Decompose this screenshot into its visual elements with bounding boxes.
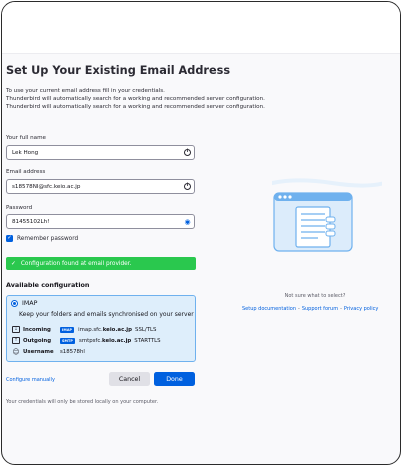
remember-password-checkbox[interactable]: ✓ [6,235,13,242]
password-label: Password [6,205,33,211]
intro-text: To use your current email address fill i… [6,87,306,111]
available-config-heading: Available configuration [6,281,90,289]
protocol-radio-row[interactable]: IMAP [11,300,37,307]
email-setup-illustration [263,177,391,273]
info-icon[interactable]: i [183,182,192,191]
outgoing-label: Outgoing [23,337,52,344]
setup-documentation-link[interactable]: Setup documentation [242,306,296,312]
protocol-description: Keep your folders and emails synchronise… [19,311,194,318]
intro-line: To use your current email address fill i… [6,88,165,94]
intro-line: Thunderbird will automatically search fo… [6,96,265,102]
inbox-icon: ↓ [12,326,20,333]
privacy-policy-link[interactable]: Privacy policy [344,306,378,312]
configure-manually-link[interactable]: Configure manually [6,377,55,383]
username-row: ☺ Username s18578hl [12,347,85,356]
incoming-label: Incoming [23,326,51,333]
incoming-security: SSL/TLS [135,326,157,333]
outgoing-row: ↑ Outgoing SMTP smtpsfc.keio.ac.jp START… [12,337,161,344]
username-label: Username [23,348,54,355]
outbox-icon: ↑ [12,337,20,344]
full-name-input[interactable] [6,145,195,160]
outgoing-host: smtpsfc.keio.ac.jp [79,337,132,344]
page-title: Set Up Your Existing Email Address [6,64,231,77]
config-option-card[interactable]: IMAP Keep your folders and emails synchr… [6,295,196,362]
username-value: s18578hl [60,348,85,355]
link-separator: - [340,306,342,312]
help-links: Setup documentation - Support forum - Pr… [242,306,400,312]
help-caption: Not sure what to select? [284,293,346,299]
protocol-label: IMAP [22,300,38,307]
imap-radio[interactable] [11,300,18,307]
smtp-badge: SMTP [60,337,76,344]
info-icon[interactable]: i [183,148,192,157]
email-input[interactable] [6,179,195,194]
incoming-host: imap.sfc.keio.ac.jp [78,326,133,333]
credentials-footnote: Your credentials will only be stored loc… [6,399,159,405]
window-frame: Set Up Your Existing Email Address To us… [1,1,401,465]
intro-line: Thunderbird will automatically search fo… [6,104,265,110]
remember-password-label: Remember password [17,235,79,242]
support-forum-link[interactable]: Support forum [302,306,338,312]
eye-icon[interactable]: ◉ [183,217,192,226]
cancel-button[interactable]: Cancel [109,372,150,386]
checkmark-icon: ✓ [11,260,16,267]
status-notification: ✓ Configuration found at email provider. [6,257,196,270]
full-name-label: Your full name [6,135,46,141]
status-message: Configuration found at email provider. [20,260,132,267]
link-separator: - [298,306,300,312]
remember-password-row[interactable]: ✓ Remember password [6,235,78,242]
user-icon: ☺ [12,347,20,356]
account-setup-pane: Set Up Your Existing Email Address To us… [2,2,400,464]
done-button[interactable]: Done [154,372,195,386]
incoming-row: ↓ Incoming IMAP imap.sfc.keio.ac.jp SSL/… [12,326,156,333]
email-label: Email address [6,169,46,175]
outgoing-security: STARTTLS [134,337,161,344]
top-strip [2,2,400,54]
imap-badge: IMAP [60,326,75,333]
password-input[interactable] [6,214,195,229]
